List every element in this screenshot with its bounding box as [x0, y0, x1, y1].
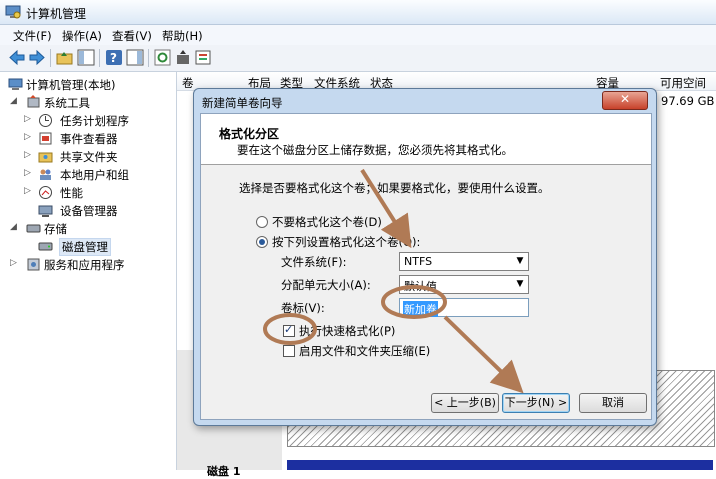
wizard-header: 格式化分区 要在这个磁盘分区上储存数据，您必须先将其格式化。 — [201, 114, 651, 165]
toolbar-separator — [148, 49, 149, 67]
navigation-tree: 计算机管理(本地) ◢ 系统工具 ▷ 任务计划程序 ▷ 事件查看器 ▷ 共享文件… — [0, 72, 177, 470]
column-label: 卷 — [182, 76, 194, 90]
services-icon — [27, 258, 40, 271]
tree-label: 系统工具 — [44, 96, 90, 110]
format-prompt: 选择是否要格式化这个卷；如果要格式化，要使用什么设置。 — [239, 181, 550, 195]
radio-format[interactable] — [256, 236, 268, 248]
svg-text:?: ? — [110, 51, 117, 65]
event-viewer-icon — [39, 132, 52, 145]
free-space-value: 97.69 GB — [661, 94, 715, 108]
properties-pane-icon[interactable] — [126, 49, 144, 66]
filesystem-select[interactable]: NTFS ▼ — [399, 252, 529, 271]
allocation-unit-label: 分配单元大小(A): — [281, 278, 371, 292]
dialog-body: 格式化分区 要在这个磁盘分区上储存数据，您必须先将其格式化。 选择是否要格式化这… — [200, 113, 652, 420]
tree-label: 任务计划程序 — [60, 114, 129, 128]
toolbar-separator — [50, 49, 51, 67]
forward-arrow-icon[interactable] — [28, 49, 46, 66]
next-button[interactable]: 下一步(N) > — [502, 393, 570, 413]
volume-label-label: 卷标(V): — [281, 301, 325, 315]
expand-arrow-icon[interactable]: ▷ — [10, 258, 17, 268]
menu-file[interactable]: 文件(F) — [13, 28, 52, 44]
menu-action[interactable]: 操作(A) — [62, 28, 102, 44]
tree-label: 计算机管理(本地) — [26, 78, 116, 92]
quick-format-label[interactable]: 执行快速格式化(P) — [299, 323, 395, 339]
close-icon: ✕ — [620, 92, 631, 106]
shared-folder-icon — [38, 152, 53, 163]
menu-view[interactable]: 查看(V) — [112, 28, 152, 44]
volume-label-input[interactable]: 新加卷 — [399, 298, 529, 317]
toolbar-separator — [99, 49, 100, 67]
radio-no-format-label[interactable]: 不要格式化这个卷(D) — [272, 214, 382, 230]
back-arrow-icon[interactable] — [8, 49, 26, 66]
allocation-unit-select[interactable]: 默认值 ▼ — [399, 275, 529, 294]
chevron-down-icon: ▼ — [516, 256, 524, 266]
up-folder-icon[interactable] — [56, 49, 74, 66]
chevron-down-icon: ▼ — [516, 279, 524, 289]
tree-label: 共享文件夹 — [60, 150, 118, 164]
help-icon[interactable]: ? — [105, 49, 123, 66]
expand-arrow-icon[interactable]: ▷ — [24, 114, 31, 124]
radio-no-format[interactable] — [256, 216, 268, 228]
allocation-unit-value: 默认值 — [404, 280, 437, 293]
filesystem-value: NTFS — [404, 255, 433, 268]
tree-label: 磁盘管理 — [59, 238, 111, 256]
tree-label: 本地用户和组 — [60, 168, 129, 182]
storage-icon — [26, 224, 41, 233]
refresh-icon[interactable] — [154, 49, 172, 66]
tree-label: 存储 — [44, 222, 67, 236]
computer-icon — [8, 78, 23, 90]
collapse-arrow-icon[interactable]: ◢ — [10, 96, 17, 106]
column-header-free-space[interactable]: 可用空间 — [655, 72, 716, 91]
device-manager-icon — [38, 205, 53, 217]
check-disk-icon[interactable] — [174, 49, 192, 66]
tree-label: 性能 — [60, 186, 83, 200]
tree-label: 服务和应用程序 — [44, 258, 125, 272]
show-hide-tree-icon[interactable] — [77, 49, 95, 66]
settings-icon[interactable] — [195, 49, 213, 66]
tools-icon — [27, 95, 40, 108]
page-subtitle: 要在这个磁盘分区上储存数据，您必须先将其格式化。 — [237, 143, 513, 157]
page-title: 格式化分区 — [219, 127, 280, 141]
window-titlebar: 计算机管理 — [0, 0, 716, 25]
performance-icon — [39, 186, 52, 199]
clock-icon — [39, 114, 52, 127]
column-label: 可用空间 — [660, 76, 706, 90]
tree-label: 设备管理器 — [60, 204, 118, 218]
cancel-button[interactable]: 取消 — [579, 393, 647, 413]
window-title: 计算机管理 — [26, 7, 87, 21]
filesystem-label: 文件系统(F): — [281, 255, 347, 269]
new-simple-volume-wizard: 新建简单卷向导 ✕ 格式化分区 要在这个磁盘分区上储存数据，您必须先将其格式化。… — [193, 88, 657, 426]
computer-management-icon — [5, 5, 21, 19]
expand-arrow-icon[interactable]: ▷ — [24, 132, 31, 142]
disk-label: 磁盘 1 — [207, 465, 241, 478]
quick-format-checkbox[interactable] — [283, 323, 295, 337]
back-button[interactable]: < 上一步(B) — [431, 393, 499, 413]
partition-bar[interactable] — [287, 460, 713, 470]
expand-arrow-icon[interactable]: ▷ — [24, 150, 31, 160]
expand-arrow-icon[interactable]: ▷ — [24, 168, 31, 178]
dialog-title: 新建简单卷向导 — [202, 96, 283, 110]
expand-arrow-icon[interactable]: ▷ — [24, 186, 31, 196]
volume-label-value: 新加卷 — [403, 301, 438, 317]
compression-label[interactable]: 启用文件和文件夹压缩(E) — [299, 343, 430, 359]
tree-label: 事件查看器 — [60, 132, 118, 146]
menu-help[interactable]: 帮助(H) — [162, 28, 203, 44]
collapse-arrow-icon[interactable]: ◢ — [10, 222, 17, 232]
users-icon — [40, 169, 51, 180]
disk-icon — [38, 242, 53, 251]
close-button[interactable]: ✕ — [602, 91, 648, 110]
compression-checkbox[interactable] — [283, 345, 295, 357]
menubar: 文件(F) 操作(A) 查看(V) 帮助(H) — [0, 25, 716, 45]
radio-format-label[interactable]: 按下列设置格式化这个卷(O): — [272, 234, 420, 250]
toolbar: ? — [0, 45, 716, 72]
